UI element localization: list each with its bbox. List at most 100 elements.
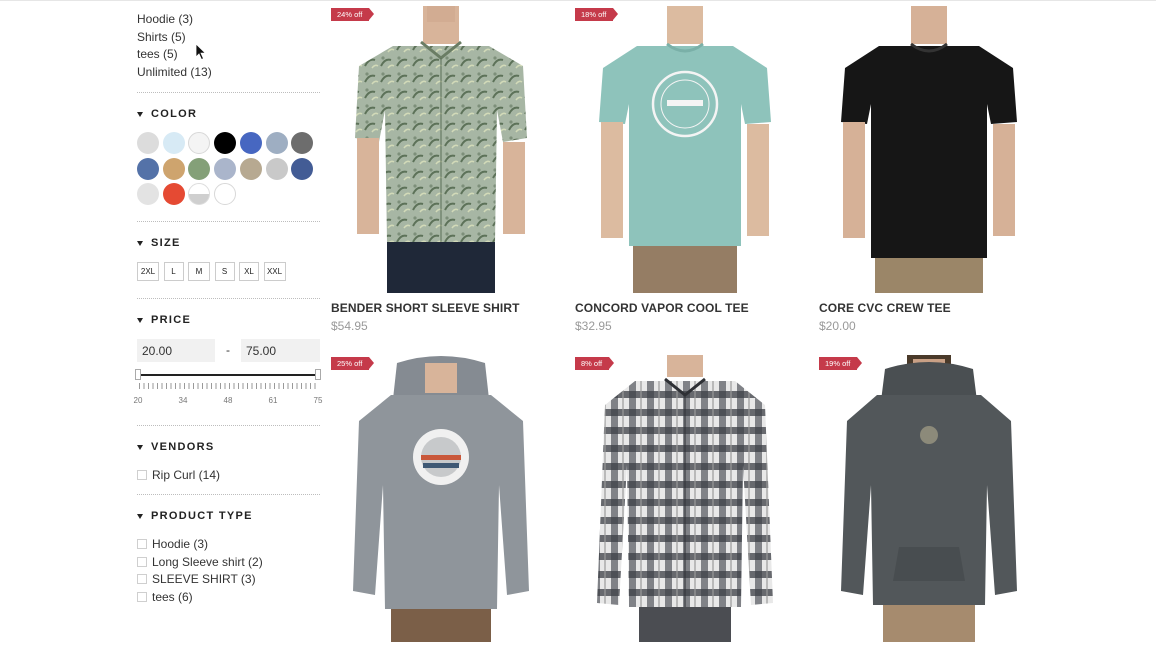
black-crew-tee-image <box>841 6 1017 293</box>
color-swatch[interactable] <box>265 157 288 180</box>
size-option-s[interactable]: S <box>214 262 235 281</box>
mouse-cursor-icon <box>195 43 207 61</box>
size-options: 2XL L M S XL XXL <box>137 262 286 281</box>
divider <box>137 298 320 299</box>
price-tick-label: 20 <box>133 396 143 405</box>
checkbox[interactable] <box>137 556 147 567</box>
color-swatch[interactable] <box>239 157 262 180</box>
plaid-flannel-shirt-image <box>597 355 773 642</box>
color-swatch[interactable] <box>162 132 185 154</box>
discount-badge: 18% off <box>575 8 619 21</box>
price-section-toggle[interactable]: PRICE <box>137 313 191 327</box>
price-tick-label: 48 <box>223 396 233 405</box>
color-swatch[interactable] <box>162 183 185 206</box>
product-title[interactable]: CORE CVC CREW TEE <box>819 301 951 315</box>
vendors-section-title: VENDORS <box>151 441 215 453</box>
size-option-2xl[interactable]: 2XL <box>137 262 159 281</box>
product-image[interactable] <box>819 355 1039 642</box>
checkbox[interactable] <box>137 591 147 602</box>
price-min-input[interactable] <box>137 339 215 362</box>
vendor-option-label: Rip Curl (14) <box>152 467 221 482</box>
color-swatch[interactable] <box>162 157 185 180</box>
color-swatch[interactable] <box>291 157 314 180</box>
divider <box>137 494 320 495</box>
product-type-section-title: PRODUCT TYPE <box>151 510 253 522</box>
mint-tee-with-logo-image <box>599 6 771 293</box>
product-price: $54.95 <box>331 319 368 333</box>
product-type-option-label: tees (6) <box>152 589 193 604</box>
product-type-option-label: SLEEVE SHIRT (3) <box>152 572 256 587</box>
product-image[interactable] <box>575 355 795 642</box>
price-section-title: PRICE <box>151 314 192 326</box>
color-swatch[interactable] <box>137 183 159 206</box>
caret-down-icon <box>137 317 143 323</box>
checkbox[interactable] <box>137 574 147 585</box>
product-type-option-tees[interactable]: tees (6) <box>137 588 263 606</box>
color-swatch[interactable] <box>188 157 211 180</box>
checkbox[interactable] <box>137 469 147 480</box>
caret-down-icon <box>137 111 143 117</box>
color-swatch[interactable] <box>265 132 288 154</box>
product-type-option-label: Hoodie (3) <box>152 536 209 551</box>
product-image[interactable] <box>331 355 551 642</box>
price-tick-label: 61 <box>268 396 278 405</box>
caret-down-icon <box>137 240 143 246</box>
caret-down-icon <box>137 444 143 450</box>
price-range-dash: - <box>226 343 230 357</box>
discount-badge: 25% off <box>331 357 375 370</box>
size-option-xxl[interactable]: XXL <box>263 262 286 281</box>
floral-short-sleeve-shirt-image <box>355 6 527 293</box>
divider <box>137 221 320 222</box>
color-swatch[interactable] <box>188 132 211 154</box>
price-tick-label: 75 <box>313 396 323 405</box>
product-title[interactable]: CONCORD VAPOR COOL TEE <box>575 301 749 315</box>
color-swatch[interactable] <box>137 157 159 180</box>
product-type-filter-list: Hoodie (3) Long Sleeve shirt (2) SLEEVE … <box>137 535 263 606</box>
color-swatch[interactable] <box>214 183 237 206</box>
discount-badge: 19% off <box>819 357 863 370</box>
product-type-option-label: Long Sleeve shirt (2) <box>152 554 263 569</box>
size-option-xl[interactable]: XL <box>239 262 259 281</box>
product-image[interactable] <box>819 6 1039 293</box>
product-type-section-toggle[interactable]: PRODUCT TYPE <box>137 509 253 523</box>
color-swatch[interactable] <box>239 132 262 154</box>
checkbox[interactable] <box>137 538 147 549</box>
vendor-filter-list: Rip Curl (14) <box>137 466 220 484</box>
vendors-section-toggle[interactable]: VENDORS <box>137 440 215 454</box>
size-option-l[interactable]: L <box>163 262 184 281</box>
divider <box>137 425 320 426</box>
product-title[interactable]: BENDER SHORT SLEEVE SHIRT <box>331 301 520 315</box>
size-section-toggle[interactable]: SIZE <box>137 236 181 250</box>
color-swatch[interactable] <box>291 132 314 154</box>
product-type-option-long-sleeve-shirt[interactable]: Long Sleeve shirt (2) <box>137 553 263 571</box>
price-slider-track <box>140 374 317 376</box>
price-range-inputs: - <box>137 339 320 362</box>
top-divider <box>0 0 1156 1</box>
price-slider-min-handle[interactable] <box>135 369 141 380</box>
color-swatch[interactable] <box>214 132 237 154</box>
charcoal-hoodie-image <box>841 355 1017 642</box>
color-swatch[interactable] <box>188 183 211 206</box>
color-section-title: COLOR <box>151 108 198 120</box>
product-type-option-sleeve-shirt[interactable]: SLEEVE SHIRT (3) <box>137 570 263 588</box>
color-swatch[interactable] <box>137 132 159 154</box>
vendor-option-rip-curl[interactable]: Rip Curl (14) <box>137 466 220 484</box>
product-price: $20.00 <box>819 319 856 333</box>
price-slider-max-handle[interactable] <box>315 369 321 380</box>
product-image[interactable] <box>575 6 795 293</box>
size-option-m[interactable]: M <box>188 262 210 281</box>
color-section-toggle[interactable]: COLOR <box>137 107 197 121</box>
discount-badge: 8% off <box>575 357 615 370</box>
grey-hoodie-with-circle-logo-image <box>353 356 529 642</box>
size-section-title: SIZE <box>151 237 181 249</box>
price-slider-ticks <box>139 383 319 389</box>
caret-down-icon <box>137 513 143 519</box>
color-swatch[interactable] <box>214 157 237 180</box>
product-image[interactable] <box>331 6 551 293</box>
category-link-unlimited[interactable]: Unlimited (13) <box>137 64 212 82</box>
price-slider[interactable]: 20 34 48 61 75 <box>133 368 323 408</box>
category-link-hoodie[interactable]: Hoodie (3) <box>137 11 212 29</box>
product-price: $32.95 <box>575 319 612 333</box>
product-type-option-hoodie[interactable]: Hoodie (3) <box>137 535 263 553</box>
price-max-input[interactable] <box>241 339 320 362</box>
